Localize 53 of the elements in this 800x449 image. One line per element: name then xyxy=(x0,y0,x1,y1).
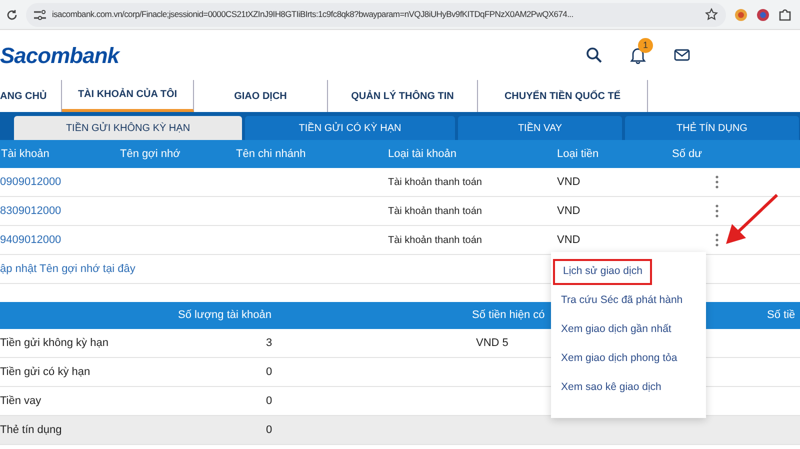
table-cell-text: VND xyxy=(557,232,580,248)
table-cell-text: Tiền gửi có kỳ hạn xyxy=(0,364,90,380)
table-cell-text: Tài khoản thanh toán xyxy=(388,234,482,248)
column-header: Loại tài khoản xyxy=(388,146,456,162)
extension-icon[interactable] xyxy=(756,8,770,22)
column-header: Tên chi nhánh xyxy=(236,146,306,162)
tab[interactable]: THẺ TÍN DỤNG xyxy=(625,116,799,140)
column-header: Số tiền hiện có xyxy=(472,308,545,324)
account-number[interactable]: 0909012000 xyxy=(0,174,62,190)
star-icon[interactable] xyxy=(705,8,718,21)
extension-icon[interactable] xyxy=(734,8,748,22)
column-header: Tên gợi nhớ xyxy=(120,146,180,162)
mail-icon[interactable] xyxy=(674,49,690,61)
table-cell-text: 0 xyxy=(266,394,272,409)
table-cell-text: 3 xyxy=(266,336,272,351)
table-cell-text: Tiền gửi không kỳ hạn xyxy=(0,336,108,351)
notification-count: 1 xyxy=(638,38,653,53)
column-header: Số tiề xyxy=(767,308,796,324)
table-cell-text: VND xyxy=(557,174,580,190)
menu-item[interactable]: Lịch sử giao dịch xyxy=(553,259,652,285)
search-icon[interactable] xyxy=(586,47,602,63)
column-header: Tài khoản xyxy=(1,146,50,162)
address-bar[interactable]: isacombank.com.vn/corp/Finacle;jsessionid=0000CS21tXZInJ9IH8GTIiBIrts:1c9fc8qk8?bwayparam=nVQJ8iUHyBv9fKITDqFPNzX0AM2PwQX674... xyxy=(26,2,726,26)
update-nickname-link[interactable]: ập nhật Tên gợi nhớ tại đây xyxy=(0,260,136,278)
more-options-icon[interactable] xyxy=(715,204,719,218)
column-header: Số lượng tài khoản xyxy=(178,308,272,324)
account-number[interactable]: 9409012000 xyxy=(0,232,62,248)
more-options-icon[interactable] xyxy=(715,175,719,189)
table-cell-text: VND 5 xyxy=(476,336,508,351)
bank-logo[interactable]: Sacombank xyxy=(0,38,119,72)
reload-icon[interactable] xyxy=(6,8,18,20)
table-cell-text: Tài khoản thanh toán xyxy=(388,176,482,190)
menu-item[interactable]: Tra cứu Séc đã phát hành xyxy=(553,288,691,314)
more-options-icon[interactable] xyxy=(715,233,719,247)
menu-item[interactable]: Xem giao dịch gần nhất xyxy=(553,317,680,343)
table-cell-text: 0 xyxy=(266,422,272,438)
table-cell-text: Tài khoản thanh toán xyxy=(388,204,482,218)
tab[interactable]: TIỀN GỬI CÓ KỲ HẠN xyxy=(245,116,455,140)
table-cell-text: Thẻ tín dụng xyxy=(0,422,62,438)
bell-icon[interactable] xyxy=(630,46,646,64)
puzzle-icon[interactable] xyxy=(778,8,792,22)
tab[interactable]: TIỀN VAY xyxy=(458,116,622,140)
table-cell-text: VND xyxy=(557,204,580,219)
table-cell-text: Tiền vay xyxy=(0,394,42,409)
menu-item[interactable]: Xem giao dịch phong tỏa xyxy=(553,346,686,372)
menu-item[interactable]: Xem sao kê giao dịch xyxy=(553,375,670,401)
site-info-icon[interactable] xyxy=(34,10,46,20)
url-text: isacombank.com.vn/corp/Finacle;jsessionid=0000CS21tXZInJ9IH8GTIiBIrts:1c9fc8qk8?bwayparam=nVQJ8iUHyBv9fKITDqFPNzX0AM2PwQX674... xyxy=(52,8,574,21)
column-header: Loại tiền xyxy=(557,146,599,162)
account-number[interactable]: 8309012000 xyxy=(0,202,62,220)
column-header: Số dư xyxy=(672,146,702,162)
tab[interactable]: TIỀN GỬI KHÔNG KỲ HẠN xyxy=(14,116,242,140)
table-cell-text: 0 xyxy=(266,364,272,380)
